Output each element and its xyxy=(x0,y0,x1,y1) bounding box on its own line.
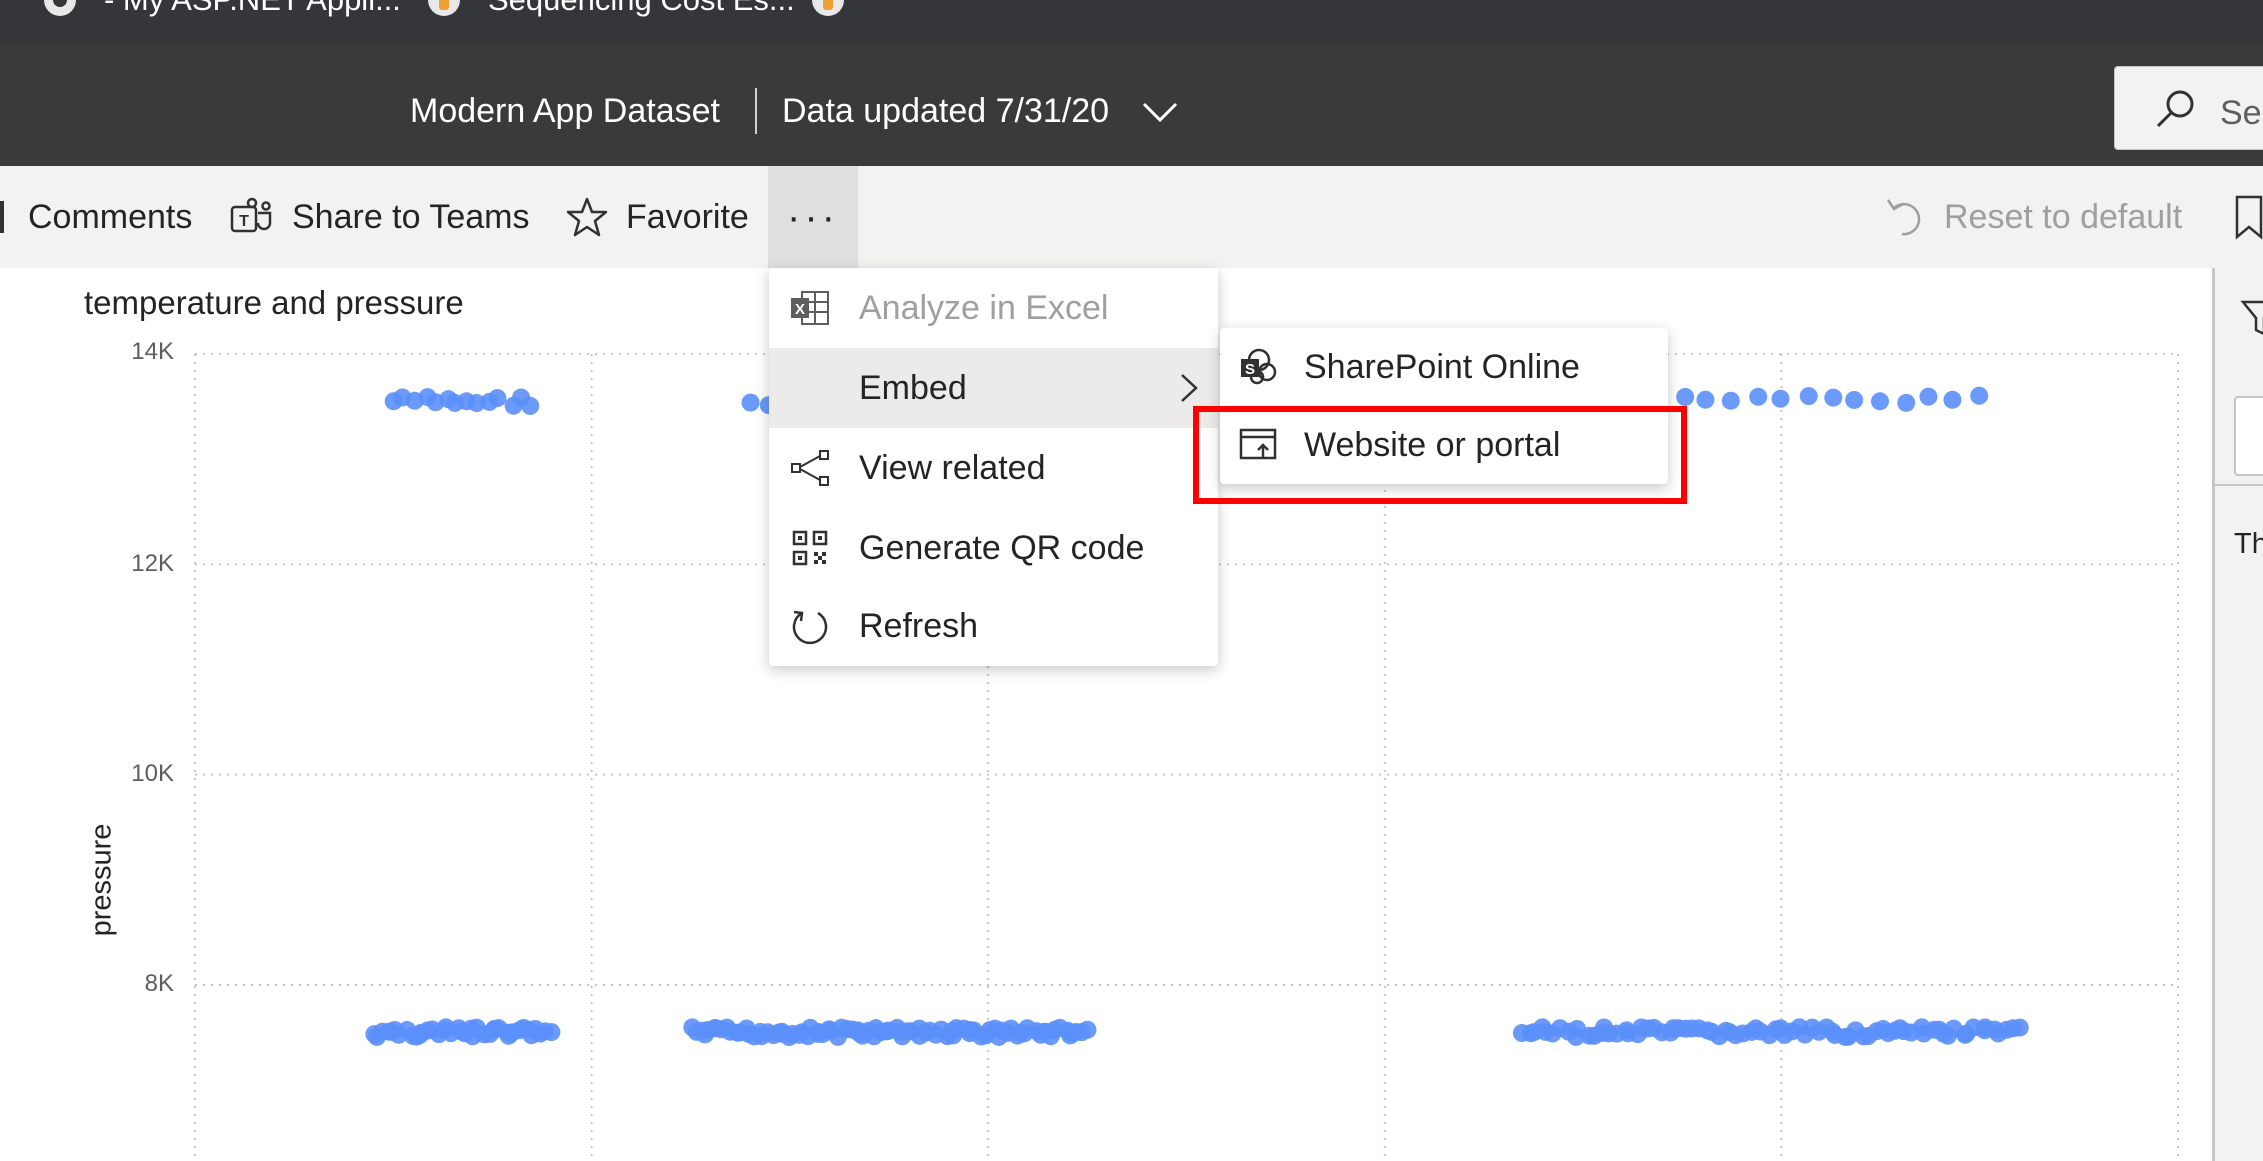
share-to-teams-label: Share to Teams xyxy=(292,197,530,236)
scatter-point[interactable] xyxy=(1824,388,1843,407)
site-favicon-icon xyxy=(428,0,460,16)
teams-icon: T xyxy=(230,197,272,233)
chevron-down-icon[interactable] xyxy=(1140,96,1180,126)
search-placeholder: Sea xyxy=(2220,94,2263,132)
browser-tab-label: - My ASP.NET Appli... xyxy=(104,0,401,18)
scatter-point[interactable] xyxy=(1970,386,1989,405)
scatter-point[interactable] xyxy=(1943,390,1962,409)
browser-tab-label: Sequencing Cost Es... xyxy=(488,0,795,18)
dataset-name[interactable]: Modern App Dataset xyxy=(410,92,720,131)
scatter-point[interactable] xyxy=(1696,390,1715,409)
sharepoint-icon: S xyxy=(1238,346,1280,388)
menu-item-view-related[interactable]: View related xyxy=(769,428,1218,508)
scatter-point[interactable] xyxy=(1799,387,1818,406)
browser-tab[interactable]: Sequencing Cost Es... xyxy=(428,0,795,46)
scatter-point[interactable] xyxy=(1078,1020,1097,1039)
menu-item-label: View related xyxy=(859,448,1046,487)
globe-icon xyxy=(44,0,76,16)
scatter-point[interactable] xyxy=(1771,389,1790,408)
filter-search-input[interactable] xyxy=(2234,396,2263,476)
browser-tab[interactable] xyxy=(812,0,872,46)
comments-label: Comments xyxy=(28,197,193,236)
scatter-point[interactable] xyxy=(521,396,540,415)
submenu-item-label: SharePoint Online xyxy=(1304,347,1580,386)
scatter-point[interactable] xyxy=(1721,391,1740,410)
excel-icon: X xyxy=(789,287,831,329)
scatter-point[interactable] xyxy=(488,389,507,408)
highlight-box xyxy=(1193,406,1687,504)
svg-text:T: T xyxy=(239,213,249,230)
menu-item-label: Analyze in Excel xyxy=(859,288,1109,327)
menu-item-label: Embed xyxy=(859,368,967,407)
share-nodes-icon xyxy=(789,447,831,489)
scatter-point[interactable] xyxy=(2010,1018,2029,1037)
favorite-button[interactable]: Favorite xyxy=(566,166,749,268)
pane-text: Th xyxy=(2234,528,2263,560)
browser-tab[interactable]: - My ASP.NET Appli... xyxy=(44,0,401,46)
scatter-point[interactable] xyxy=(1845,390,1864,409)
menu-item-label: Refresh xyxy=(859,606,979,645)
menu-item-embed[interactable]: Embed xyxy=(769,348,1218,428)
qr-code-icon xyxy=(789,527,831,569)
menu-item-generate-qr-code[interactable]: Generate QR code xyxy=(769,508,1218,588)
scatter-point[interactable] xyxy=(1897,393,1916,412)
undo-icon xyxy=(1886,199,1921,236)
scatter-point[interactable] xyxy=(1676,387,1695,406)
scatter-point[interactable] xyxy=(542,1023,561,1042)
refresh-icon xyxy=(789,605,831,647)
comments-button[interactable]: Comments xyxy=(0,166,192,268)
menu-item-label: Generate QR code xyxy=(859,528,1145,567)
reset-label: Reset to default xyxy=(1944,197,2183,236)
reset-to-default-button[interactable]: Reset to default xyxy=(1884,166,2182,268)
scatter-point[interactable] xyxy=(1870,392,1889,411)
menu-item-refresh[interactable]: Refresh xyxy=(769,586,1218,666)
header-divider xyxy=(755,88,757,134)
scatter-point[interactable] xyxy=(741,393,760,412)
app-header xyxy=(0,46,2263,166)
svg-text:X: X xyxy=(795,301,805,318)
data-updated-label[interactable]: Data updated 7/31/20 xyxy=(782,92,1109,131)
scatter-point[interactable] xyxy=(1749,387,1768,406)
more-options-button[interactable]: ··· xyxy=(768,166,858,268)
star-icon xyxy=(566,197,608,237)
comment-icon xyxy=(0,201,4,233)
chevron-right-icon xyxy=(1181,374,1198,402)
site-favicon-icon xyxy=(812,0,844,16)
submenu-item-sharepoint-online[interactable]: S SharePoint Online xyxy=(1220,328,1668,406)
scatter-point[interactable] xyxy=(1919,387,1938,406)
pane-divider xyxy=(2212,484,2263,486)
svg-text:S: S xyxy=(1245,361,1255,378)
menu-item-analyze-in-excel[interactable]: X Analyze in Excel xyxy=(769,268,1218,348)
favorite-label: Favorite xyxy=(626,197,749,236)
search-icon xyxy=(2156,90,2194,128)
bookmark-icon[interactable] xyxy=(2234,194,2263,240)
filter-icon[interactable] xyxy=(2240,298,2263,338)
share-to-teams-button[interactable]: T Share to Teams xyxy=(230,166,530,268)
